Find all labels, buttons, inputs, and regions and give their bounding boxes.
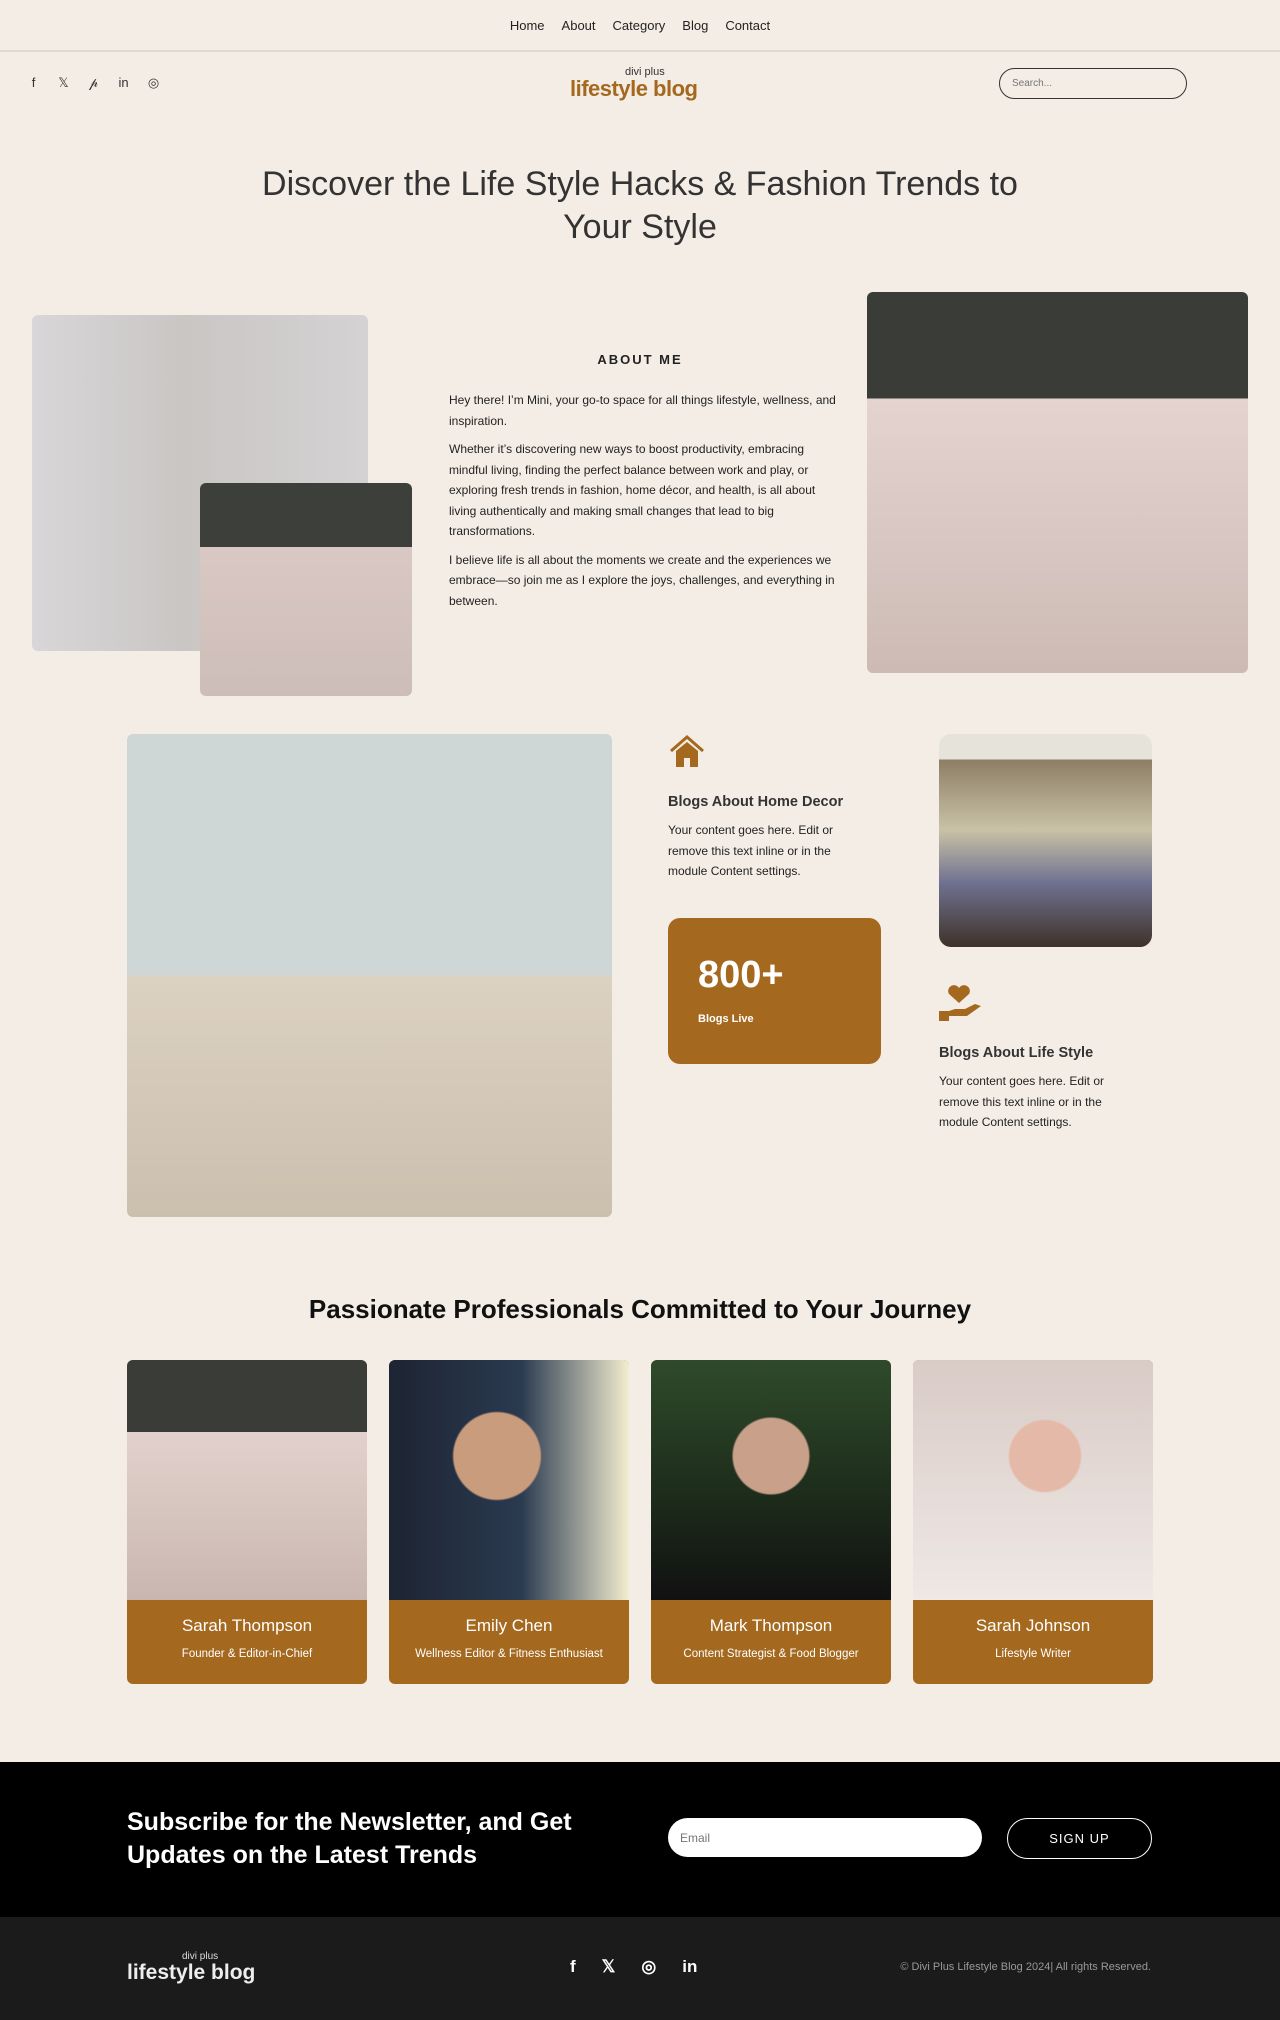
team-card: Emily Chen Wellness Editor & Fitness Ent… <box>389 1360 629 1684</box>
team-name: Sarah Thompson <box>181 1616 313 1635</box>
feature-title-home-decor: Blogs About Home Decor <box>668 794 844 810</box>
signup-button[interactable]: SIGN UP <box>1007 1818 1152 1859</box>
desk-camera-photo <box>127 734 612 1217</box>
footer-logo[interactable]: divi plus lifestyle blog <box>127 1951 267 1991</box>
nav-about[interactable]: About <box>562 18 596 33</box>
search-input[interactable] <box>999 68 1187 99</box>
living-room-photo <box>939 734 1152 947</box>
instagram-icon[interactable]: ◎ <box>641 1957 656 1977</box>
team-photo <box>651 1360 891 1600</box>
footer: divi plus lifestyle blog f 𝕏 ◎ in © Divi… <box>0 1917 1280 2020</box>
about-photo-woman-laptop <box>867 292 1248 673</box>
team-photo <box>127 1360 367 1600</box>
x-icon[interactable]: 𝕏 <box>602 1957 616 1977</box>
team-role: Wellness Editor & Fitness Enthusiast <box>415 1648 603 1660</box>
team-name: Sarah Johnson <box>975 1616 1091 1635</box>
about-photo-woman-sofa <box>200 483 412 696</box>
team-card: Sarah Thompson Founder & Editor-in-Chief <box>127 1360 367 1684</box>
house-icon <box>668 734 706 768</box>
stat-label: Blogs Live <box>698 1013 754 1025</box>
team-name: Mark Thompson <box>709 1616 833 1635</box>
team-name: Emily Chen <box>465 1616 553 1635</box>
team-photo <box>389 1360 629 1600</box>
nav-category[interactable]: Category <box>613 18 666 33</box>
instagram-icon[interactable]: ◎ <box>147 75 160 91</box>
facebook-icon[interactable]: f <box>570 1957 576 1977</box>
team-card: Sarah Johnson Lifestyle Writer <box>913 1360 1153 1684</box>
newsletter-section: Subscribe for the Newsletter, and Get Up… <box>0 1762 1280 1917</box>
email-input[interactable] <box>668 1818 982 1857</box>
linkedin-icon[interactable]: in <box>117 75 130 91</box>
social-links: f 𝕏 𝓅 in ◎ <box>27 75 160 91</box>
about-paragraph: I believe life is all about the moments … <box>449 552 835 608</box>
nav-blog[interactable]: Blog <box>682 18 708 33</box>
main-nav: Home About Category Blog Contact <box>0 0 1280 52</box>
facebook-icon[interactable]: f <box>27 75 40 91</box>
team-photo <box>913 1360 1153 1600</box>
hero-title: Discover the Life Style Hacks & Fashion … <box>262 165 1018 246</box>
team-role: Content Strategist & Food Blogger <box>683 1648 859 1660</box>
team-card: Mark Thompson Content Strategist & Food … <box>651 1360 891 1684</box>
team-heading: Passionate Professionals Committed to Yo… <box>308 1294 972 1324</box>
site-logo[interactable]: divi plus lifestyle blog <box>570 64 710 104</box>
newsletter-heading: Subscribe for the Newsletter, and Get Up… <box>127 1808 572 1869</box>
linkedin-icon[interactable]: in <box>682 1957 697 1977</box>
team-role: Lifestyle Writer <box>995 1648 1071 1660</box>
x-icon[interactable]: 𝕏 <box>57 75 70 91</box>
stat-number: 800+ <box>698 954 784 996</box>
feature-title-life-style: Blogs About Life Style <box>939 1045 1094 1061</box>
pinterest-icon[interactable]: 𝓅 <box>87 75 100 91</box>
nav-contact[interactable]: Contact <box>725 18 770 33</box>
team-role: Founder & Editor-in-Chief <box>181 1648 313 1660</box>
about-heading: ABOUT ME <box>597 352 683 367</box>
heart-hand-icon <box>939 983 983 1023</box>
about-paragraph: Whether it’s discovering new ways to boo… <box>449 442 816 538</box>
about-text: Hey there! I’m Mini, your go-to space fo… <box>449 390 839 619</box>
copyright: © Divi Plus Lifestyle Blog 2024| All rig… <box>900 1961 1151 1973</box>
logo-text: lifestyle blog <box>570 76 698 101</box>
feature-text-home-decor: Your content goes here. Edit or remove t… <box>668 823 833 878</box>
footer-social: f 𝕏 ◎ in <box>570 1957 697 1977</box>
stat-card: 800+ Blogs Live <box>668 918 881 1064</box>
about-paragraph: Hey there! I’m Mini, your go-to space fo… <box>449 393 836 428</box>
footer-logo-text: lifestyle blog <box>127 1961 256 1984</box>
nav-home[interactable]: Home <box>510 18 545 33</box>
feature-text-life-style: Your content goes here. Edit or remove t… <box>939 1074 1104 1129</box>
